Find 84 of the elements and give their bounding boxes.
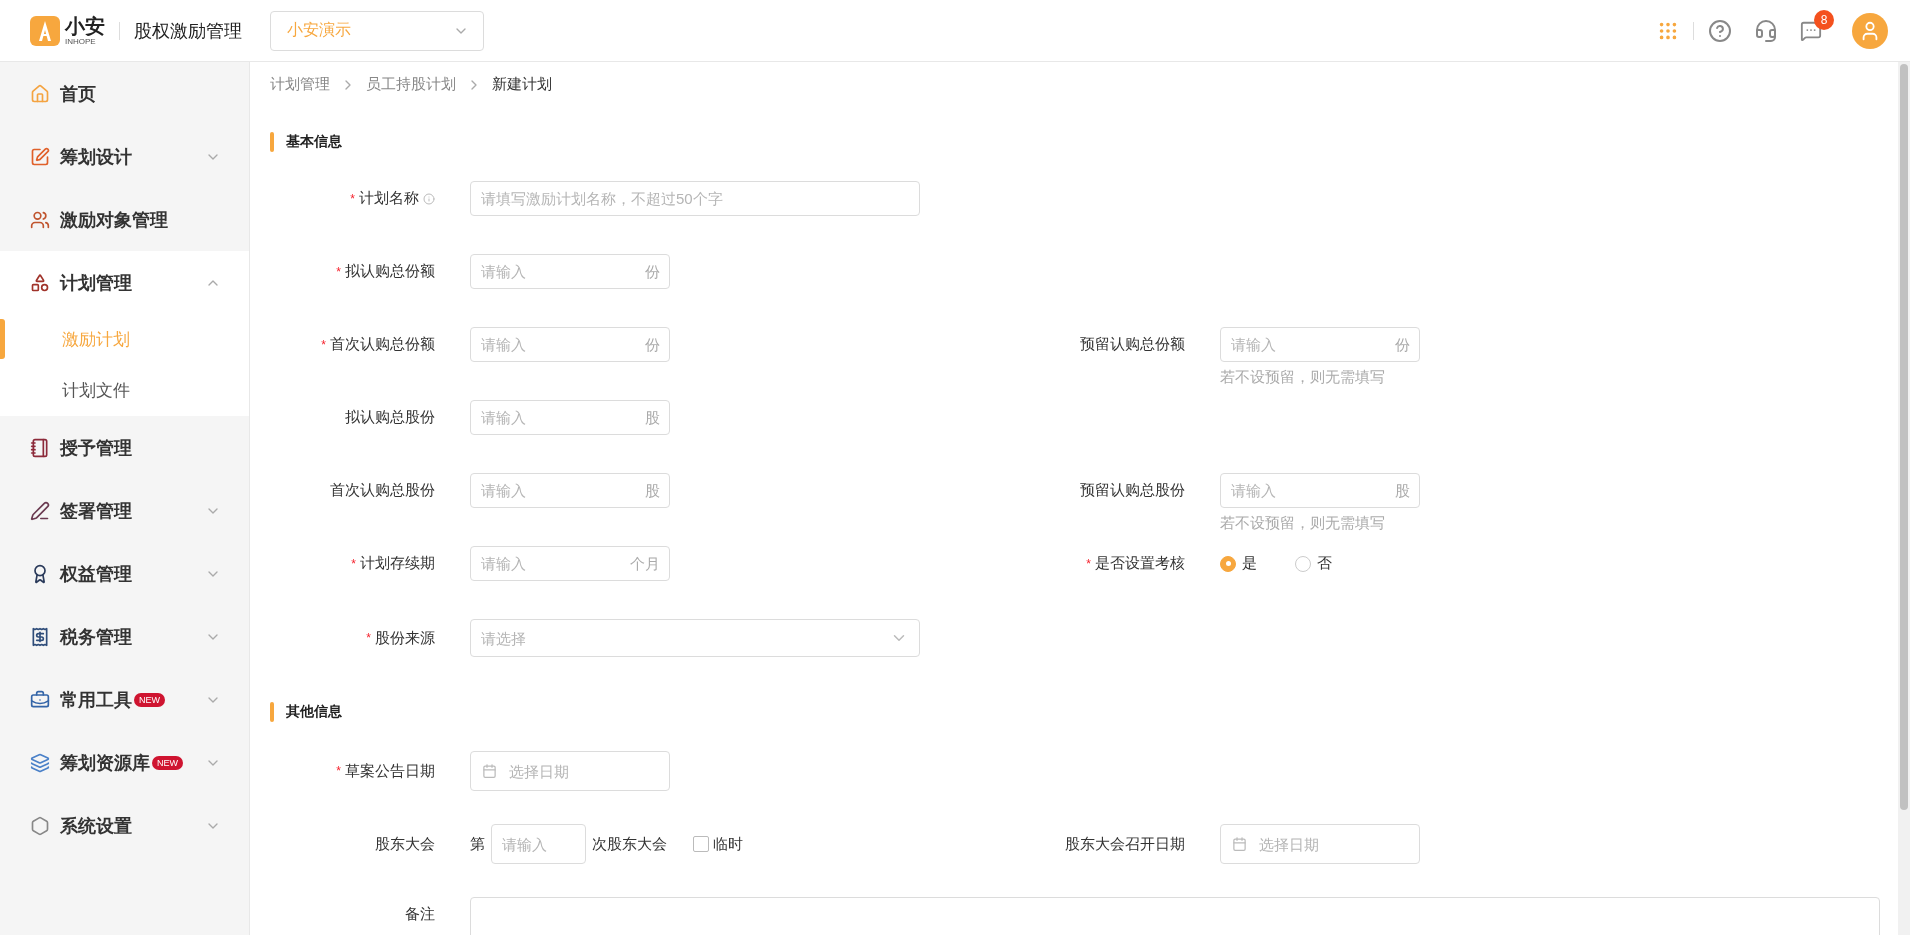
sidebar-item[interactable]: 权益管理 bbox=[0, 542, 249, 605]
section-marker bbox=[270, 132, 274, 152]
field-label: 备注 bbox=[405, 905, 435, 924]
section-title: 基本信息 bbox=[286, 133, 342, 151]
breadcrumb-link[interactable]: 新建计划 bbox=[492, 75, 552, 94]
calendar-icon bbox=[482, 763, 497, 779]
help-icon[interactable] bbox=[1708, 18, 1732, 43]
unit-label: 份 bbox=[645, 262, 660, 281]
app-title: 股权激励管理 bbox=[134, 19, 242, 43]
input-field[interactable]: 请输入 bbox=[491, 824, 586, 864]
required-asterisk: * bbox=[350, 191, 355, 206]
input-field[interactable]: 请填写激励计划名称，不超过50个字 bbox=[470, 181, 920, 216]
sidebar-item[interactable]: 授予管理 bbox=[0, 416, 249, 479]
headset-icon[interactable] bbox=[1754, 18, 1778, 43]
sidebar-item[interactable]: 激励对象管理 bbox=[0, 188, 249, 251]
sidebar-item[interactable]: 系统设置 bbox=[0, 794, 249, 857]
required-asterisk: * bbox=[351, 556, 356, 571]
info-icon[interactable] bbox=[423, 192, 435, 205]
required-asterisk: * bbox=[336, 764, 341, 778]
briefcase-icon bbox=[30, 689, 50, 710]
breadcrumb-link[interactable]: 计划管理 bbox=[270, 75, 330, 94]
date-picker-field[interactable]: 选择日期 bbox=[1220, 824, 1420, 864]
field-label: 首次认购总份额 bbox=[330, 335, 435, 354]
logo-subtext: INHOPE bbox=[65, 37, 97, 46]
new-badge: NEW bbox=[152, 755, 183, 770]
sidebar-item[interactable]: 签署管理 bbox=[0, 479, 249, 542]
required-asterisk: * bbox=[336, 264, 341, 279]
radio-option[interactable]: 是 bbox=[1220, 554, 1257, 573]
shapes-icon bbox=[30, 272, 50, 293]
hint-text: 若不设预留，则无需填写 bbox=[1220, 368, 1386, 387]
users-icon bbox=[30, 209, 50, 230]
field-label: 拟认购总股份 bbox=[345, 408, 435, 427]
field-label: 计划名称 bbox=[359, 189, 419, 208]
unit-label: 股 bbox=[1395, 481, 1410, 500]
message-icon[interactable] bbox=[1800, 19, 1822, 42]
select-field[interactable]: 请选择 bbox=[470, 619, 920, 657]
home-icon bbox=[30, 83, 50, 104]
date-picker-field[interactable]: 选择日期 bbox=[470, 751, 670, 791]
field-label: 计划存续期 bbox=[360, 554, 435, 573]
field-label: 预留认购总份额 bbox=[1080, 335, 1185, 354]
notebook-icon bbox=[30, 437, 50, 458]
breadcrumb-link[interactable]: 员工持股计划 bbox=[366, 75, 456, 94]
section-marker bbox=[270, 702, 274, 722]
sidebar-item[interactable]: 常用工具 NEW bbox=[0, 668, 249, 731]
calendar-icon bbox=[1232, 836, 1247, 852]
field-label: 预留认购总股份 bbox=[1080, 481, 1185, 500]
receipt-icon bbox=[30, 626, 50, 647]
required-asterisk: * bbox=[366, 631, 371, 645]
unit-label: 份 bbox=[645, 335, 660, 354]
scrollbar[interactable] bbox=[1898, 62, 1910, 935]
pen-icon bbox=[30, 500, 50, 521]
required-asterisk: * bbox=[321, 337, 326, 352]
sidebar-item[interactable]: 计划管理 bbox=[0, 251, 249, 314]
field-label: 股东大会召开日期 bbox=[1065, 834, 1185, 854]
field-label: 首次认购总股份 bbox=[330, 481, 435, 500]
field-label: 股东大会 bbox=[375, 834, 435, 854]
sidebar-subitem[interactable]: 计划文件 bbox=[0, 365, 249, 416]
notification-badge: 8 bbox=[1814, 9, 1834, 30]
field-label: 草案公告日期 bbox=[345, 761, 435, 781]
checkbox[interactable]: 临时 bbox=[693, 834, 743, 854]
field-label: 拟认购总份额 bbox=[345, 262, 435, 281]
hexagon-icon bbox=[30, 815, 50, 836]
logo-icon bbox=[30, 15, 60, 46]
section-title: 其他信息 bbox=[286, 703, 342, 721]
avatar[interactable] bbox=[1852, 12, 1888, 49]
edit-icon bbox=[30, 146, 50, 167]
sidebar-item[interactable]: 筹划资源库 NEW bbox=[0, 731, 249, 794]
required-asterisk: * bbox=[1086, 556, 1091, 571]
hint-text: 若不设预留，则无需填写 bbox=[1220, 514, 1386, 533]
unit-label: 股 bbox=[645, 481, 660, 500]
sidebar-item[interactable]: 税务管理 bbox=[0, 605, 249, 668]
layers-icon bbox=[30, 752, 50, 773]
unit-label: 个月 bbox=[630, 554, 660, 573]
unit-label: 股 bbox=[645, 408, 660, 427]
field-label: 是否设置考核 bbox=[1095, 554, 1185, 573]
prefix-text: 第 bbox=[470, 834, 485, 854]
sidebar-item[interactable]: 筹划设计 bbox=[0, 125, 249, 188]
logo-text: 小安 bbox=[65, 15, 105, 37]
new-badge: NEW bbox=[134, 692, 165, 707]
suffix-text: 次股东大会 bbox=[592, 834, 667, 854]
field-label: 股份来源 bbox=[375, 628, 435, 648]
radio-option[interactable]: 否 bbox=[1295, 554, 1332, 573]
unit-label: 份 bbox=[1395, 335, 1410, 354]
sidebar-item[interactable]: 首页 bbox=[0, 62, 249, 125]
